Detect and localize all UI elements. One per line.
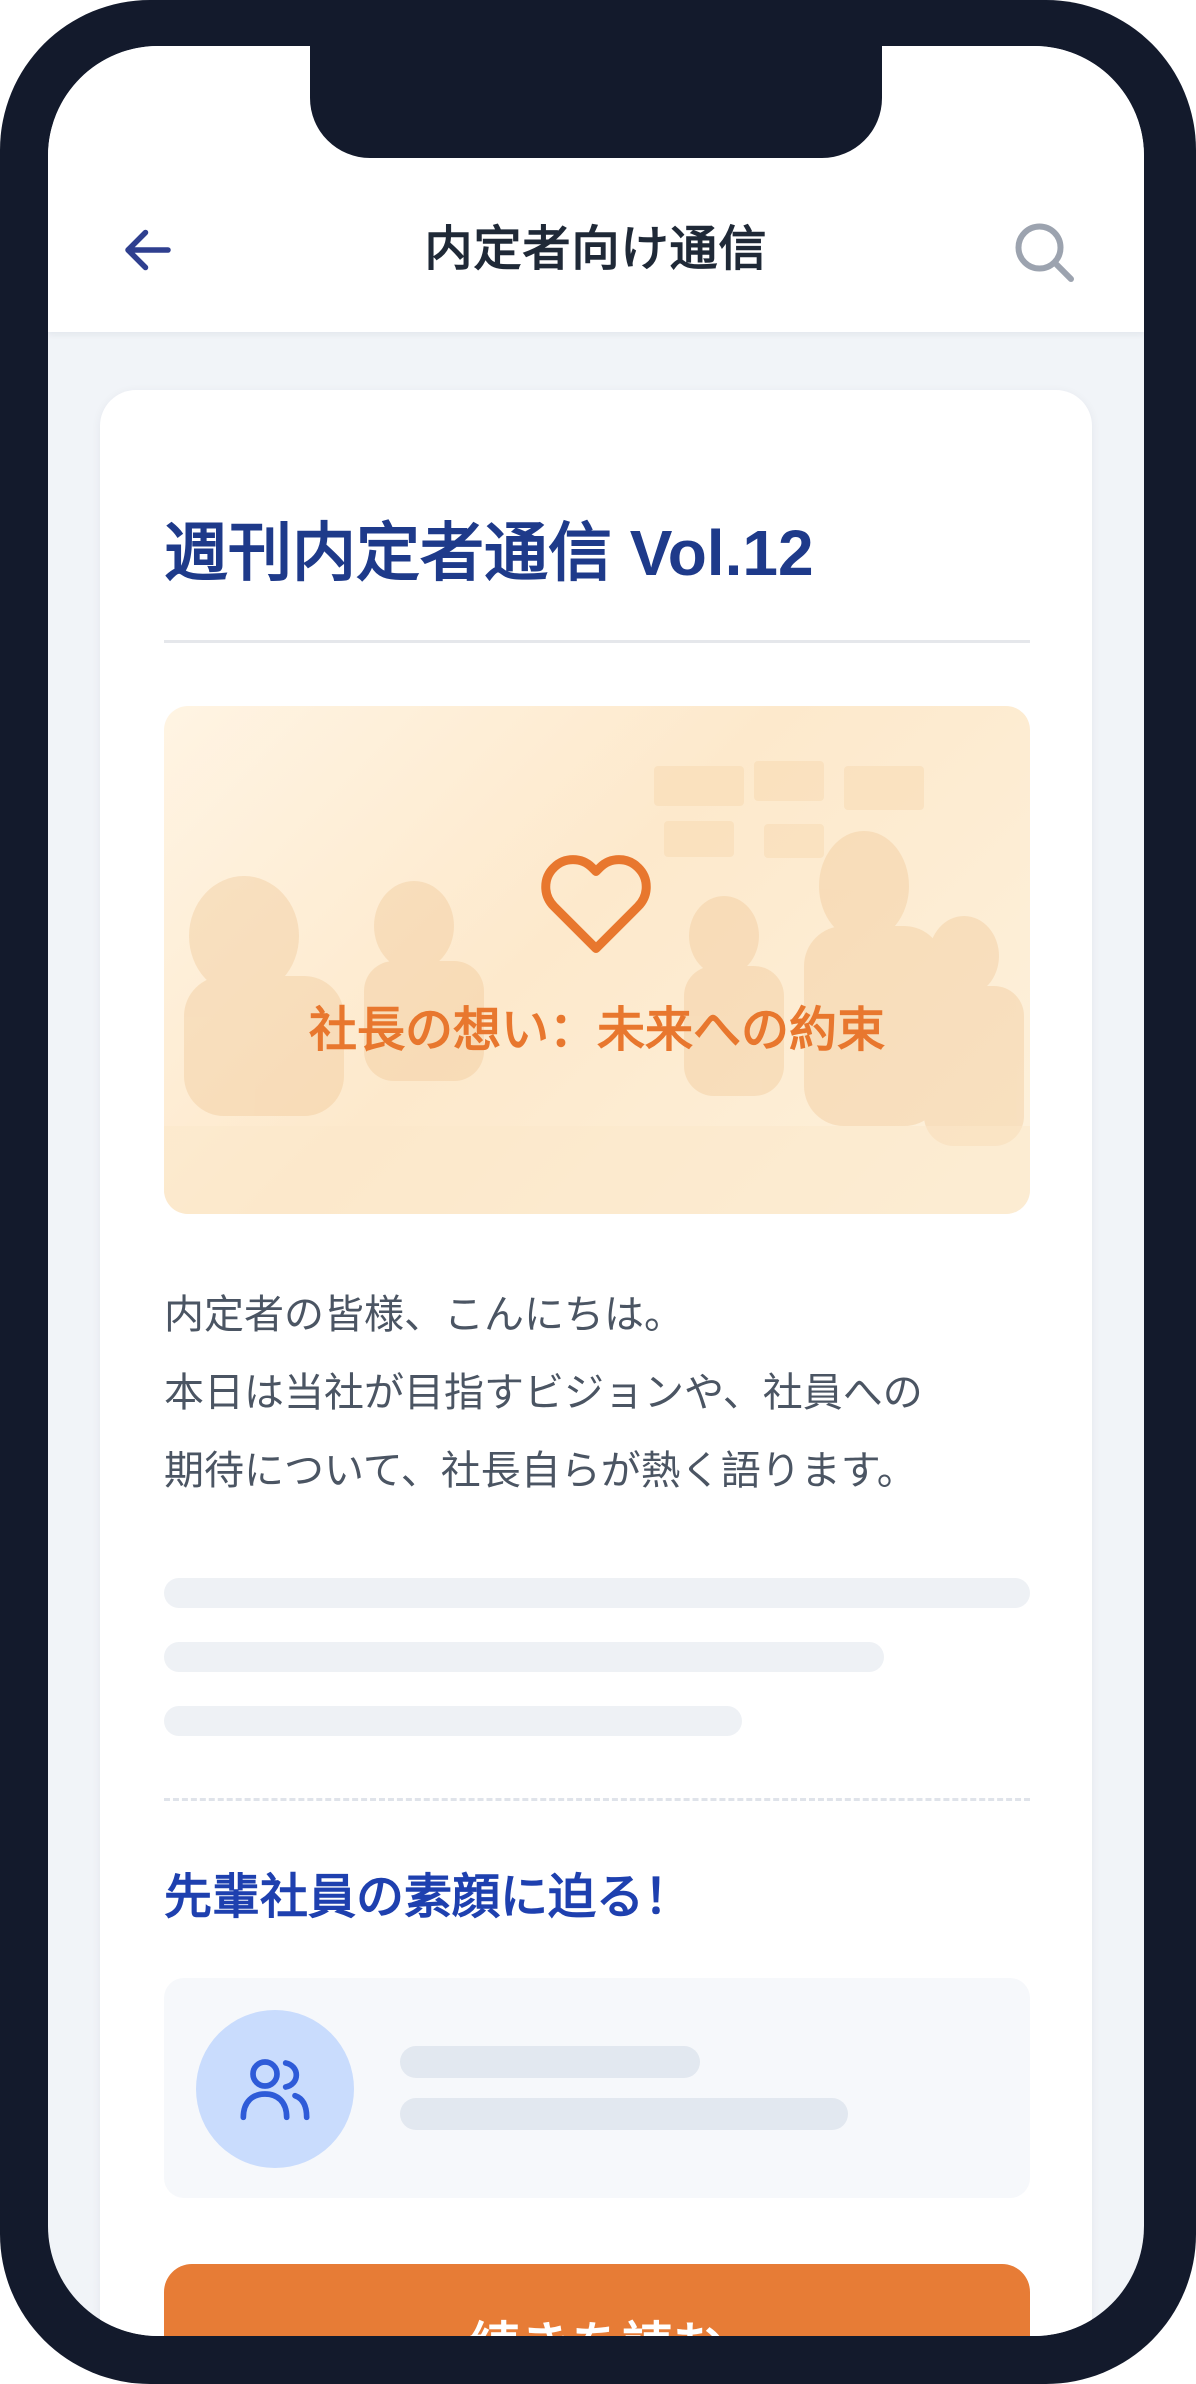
hero-banner[interactable]: 社長の想い：未来への約束 [164, 706, 1030, 1214]
hero-background-illustration [164, 761, 1030, 1214]
text-placeholder-line [164, 1578, 1030, 1608]
hero-caption: 社長の想い：未来への約束 [308, 1004, 885, 1057]
profile-name-placeholder [400, 2046, 700, 2078]
intro-line: 期待について、社長自らが熱く語ります。 [164, 1449, 917, 1493]
camera-notch [310, 46, 882, 158]
screen: 内定者向け通信 週刊内定者通信 Vol.12 社長の想い：未来への約束 内定者の… [48, 46, 1144, 2336]
section-heading: 先輩社員の素顔に迫る！ [164, 1871, 693, 1924]
intro-line: 本日は当社が目指すビジョンや、社員への [164, 1371, 923, 1415]
article-card: 週刊内定者通信 Vol.12 社長の想い：未来への約束 内定者の皆様、こんにちは… [100, 390, 1092, 2336]
intro-text: 内定者の皆様、こんにちは。 本日は当社が目指すビジョンや、社員への 期待について… [164, 1276, 1044, 1510]
users-icon [240, 2059, 310, 2121]
read-more-button[interactable]: 続きを読む [164, 2264, 1030, 2336]
search-icon [1015, 223, 1074, 282]
intro-line: 内定者の皆様、こんにちは。 [164, 1293, 684, 1337]
article-title: 週刊内定者通信 Vol.12 [164, 517, 814, 589]
title-divider [164, 640, 1030, 643]
arrow-left-icon [125, 229, 171, 271]
back-button[interactable] [116, 218, 180, 282]
profile-detail-placeholder [400, 2098, 848, 2130]
senior-profile-card[interactable] [164, 1978, 1030, 2198]
section-divider [164, 1798, 1030, 1801]
avatar [196, 2010, 354, 2168]
phone-frame: 内定者向け通信 週刊内定者通信 Vol.12 社長の想い：未来への約束 内定者の… [0, 0, 1196, 2384]
text-placeholder-line [164, 1642, 884, 1672]
text-placeholder-line [164, 1706, 742, 1736]
page-title: 内定者向け通信 [424, 223, 768, 276]
search-button[interactable] [1006, 214, 1082, 290]
heart-icon [541, 855, 651, 953]
